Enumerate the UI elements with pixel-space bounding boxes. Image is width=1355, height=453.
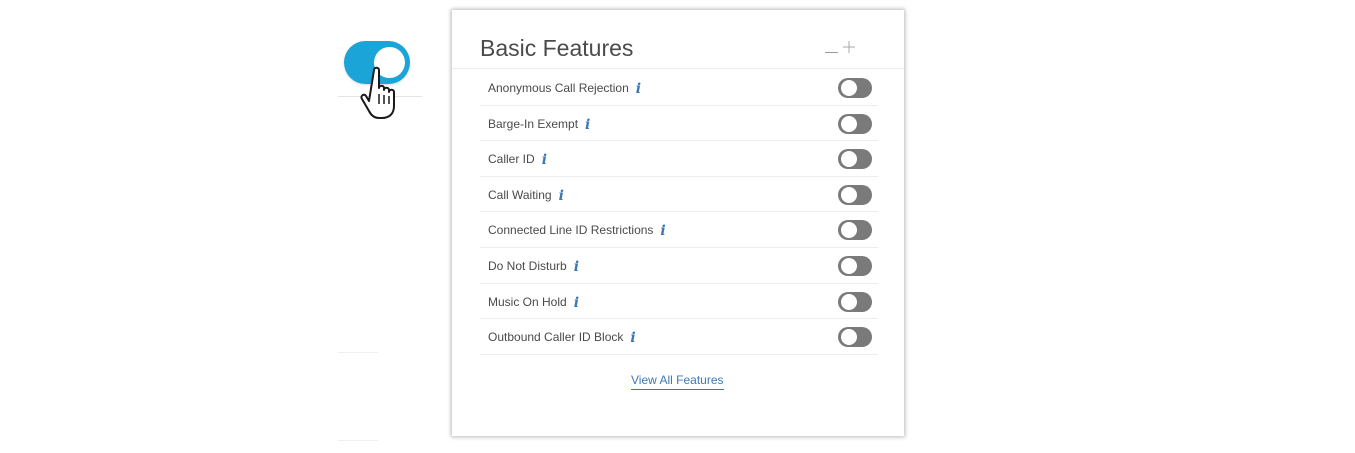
feature-label: Music On Hold i xyxy=(488,295,579,311)
info-icon[interactable]: i xyxy=(574,259,579,275)
info-icon[interactable]: i xyxy=(630,330,635,346)
divider xyxy=(338,440,378,441)
toggle-knob xyxy=(841,115,857,132)
feature-label: Outbound Caller ID Block i xyxy=(488,330,636,346)
card-title: Basic Features xyxy=(480,35,634,61)
feature-label-text: Do Not Disturb xyxy=(488,258,567,273)
toggle-knob xyxy=(841,293,857,310)
feature-toggle-switch[interactable] xyxy=(838,255,872,276)
feature-label: Barge-In Exempt i xyxy=(488,117,590,133)
feature-toggle-switch[interactable] xyxy=(838,78,872,98)
basic-features-card: Basic Features Anonymous Call Rejection i… xyxy=(452,10,904,436)
toggle-knob xyxy=(841,151,857,168)
feature-toggle-switch[interactable] xyxy=(838,184,872,205)
feature-label: Do Not Disturb i xyxy=(488,259,579,275)
minimize-icon[interactable] xyxy=(825,52,838,53)
info-icon[interactable]: i xyxy=(559,188,564,204)
feature-row: Outbound Caller ID Block i xyxy=(480,319,878,355)
divider xyxy=(338,352,378,353)
toggle-knob xyxy=(841,186,857,203)
feature-label-text: Connected Line ID Restrictions xyxy=(488,223,654,238)
feature-label: Caller ID i xyxy=(488,152,547,168)
feature-row: Connected Line ID Restrictions i xyxy=(480,212,878,248)
feature-row: Anonymous Call Rejection i xyxy=(480,70,878,106)
info-icon[interactable]: i xyxy=(636,81,641,97)
toggle-knob xyxy=(841,80,857,96)
feature-row: Do Not Disturb i xyxy=(480,248,878,284)
hand-pointer-icon xyxy=(360,66,395,119)
feature-toggle-switch[interactable] xyxy=(838,113,872,134)
feature-toggle-switch[interactable] xyxy=(838,327,872,348)
feature-label-text: Outbound Caller ID Block xyxy=(488,330,624,345)
feature-label-text: Barge-In Exempt xyxy=(488,116,579,131)
feature-label: Anonymous Call Rejection i xyxy=(488,81,641,97)
view-all-features-link[interactable]: View All Features xyxy=(631,373,724,390)
feature-toggle-switch[interactable] xyxy=(838,291,872,312)
feature-label-text: Caller ID xyxy=(488,152,535,167)
feature-toggle-switch[interactable] xyxy=(838,149,872,170)
feature-toggle-switch[interactable] xyxy=(838,220,872,241)
info-icon[interactable]: i xyxy=(542,152,547,168)
info-icon[interactable]: i xyxy=(660,223,665,239)
info-icon[interactable]: i xyxy=(585,117,590,133)
toggle-knob xyxy=(841,329,857,346)
feature-row: Caller ID i xyxy=(480,141,878,177)
feature-label-text: Music On Hold xyxy=(488,294,567,309)
toggle-knob xyxy=(841,222,857,239)
feature-row: Music On Hold i xyxy=(480,284,878,320)
card-header: Basic Features xyxy=(452,10,904,69)
stage: Basic Features Anonymous Call Rejection i… xyxy=(0,0,1355,453)
feature-label: Connected Line ID Restrictions i xyxy=(488,223,666,239)
feature-row: Barge-In Exempt i xyxy=(480,106,878,142)
move-icon[interactable] xyxy=(843,41,855,53)
feature-label-text: Call Waiting xyxy=(488,187,552,202)
feature-label: Call Waiting i xyxy=(488,188,564,204)
feature-row: Call Waiting i xyxy=(480,177,878,213)
info-icon[interactable]: i xyxy=(574,295,579,311)
toggle-knob xyxy=(841,257,857,274)
feature-list: Anonymous Call Rejection i Barge-In Exempt… xyxy=(480,70,878,355)
feature-label-text: Anonymous Call Rejection xyxy=(488,81,629,95)
